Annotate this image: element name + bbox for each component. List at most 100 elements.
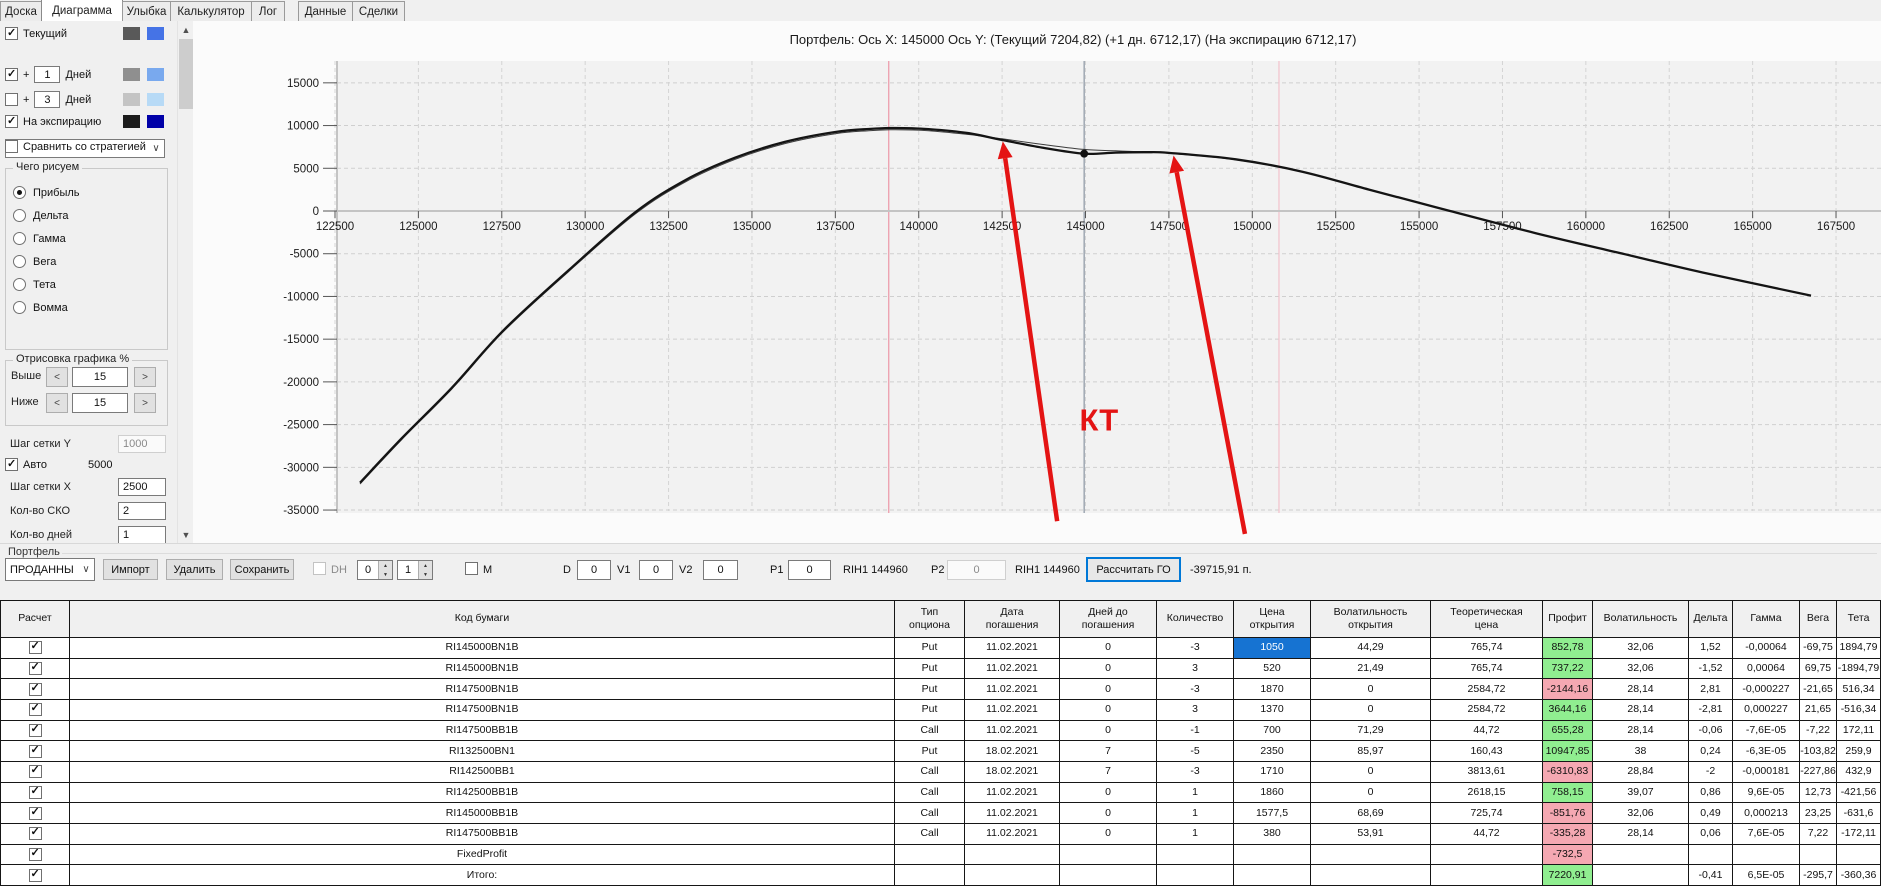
tab-Улыбка[interactable]: Улыбка [122,1,171,21]
above-value-field[interactable]: 15 [72,367,128,387]
cell-open-price[interactable] [1234,844,1311,866]
above-increment-button[interactable]: > [134,367,156,387]
calc-checkbox[interactable] [28,661,42,675]
draw-option-Вомма[interactable]: Вомма [13,301,68,314]
cell-theta: 516,34 [1837,679,1881,701]
cell-open-price[interactable]: 1870 [1234,679,1311,701]
tab-Сделки[interactable]: Сделки [352,1,405,21]
cell-qty: 1 [1157,782,1234,804]
tab-Калькулятор[interactable]: Калькулятор [170,1,252,21]
color-swatch-line[interactable] [123,27,140,40]
layer-checkbox[interactable] [5,26,18,40]
color-swatch-line[interactable] [123,68,140,81]
calc-checkbox[interactable] [28,702,42,717]
calc-checkbox[interactable] [28,826,42,841]
d-field[interactable]: 0 [577,560,611,580]
draw-option-Дельта[interactable]: Дельта [13,209,69,222]
calc-checkbox[interactable] [28,847,42,862]
cell-open-price[interactable] [1234,865,1311,886]
layer-checkbox[interactable] [5,93,18,106]
days-offset-field[interactable]: 3 [34,91,61,108]
radio-icon[interactable] [13,278,26,291]
dh-spinner-2[interactable]: 1 ▲ ▼ [397,560,433,580]
cell-open-price[interactable]: 1370 [1234,700,1311,721]
radio-icon[interactable] [13,301,26,314]
cell-open-price[interactable]: 1577,5 [1234,803,1311,825]
calc-checkbox[interactable] [28,744,42,758]
cell-code: RI142500BB1 [70,762,895,783]
color-swatch-line[interactable] [123,93,140,106]
draw-option-Гамма[interactable]: Гамма [13,232,66,245]
cell-open-price[interactable]: 700 [1234,720,1311,742]
cell-open-price[interactable]: 380 [1234,824,1311,845]
profit-chart[interactable]: 15000 10000 5000 0 -5000 -10000 -15000 -20000 -2… [193,21,1881,543]
calc-checkbox[interactable] [28,682,42,696]
radio-icon[interactable] [13,232,26,245]
calc-go-button[interactable]: Рассчитать ГО [1086,557,1181,582]
calc-checkbox[interactable] [28,640,42,655]
cell-open-price[interactable]: 1710 [1234,762,1311,783]
v2-field[interactable]: 0 [703,560,738,580]
layer-checkbox[interactable] [5,67,18,81]
spinner-arrows-icon[interactable]: ▲ ▼ [418,561,432,579]
below-value-field[interactable]: 15 [72,393,128,413]
cell-volatility: 28,14 [1593,824,1689,845]
calc-checkbox[interactable] [28,785,42,800]
days-count-field[interactable]: 1 [118,526,166,543]
calc-checkbox[interactable] [28,868,42,882]
calc-checkbox[interactable] [28,723,42,738]
cell-vega: -7,22 [1800,720,1837,742]
layer-checkbox[interactable] [5,140,18,153]
cell-open-price[interactable]: 1860 [1234,782,1311,804]
p1-field[interactable]: 0 [788,560,831,580]
color-swatch-fill[interactable] [147,115,164,128]
column-header: Профит [1543,601,1593,638]
layer-checkbox[interactable] [5,114,18,128]
p2-field[interactable]: 0 [947,560,1006,580]
cell-code: RI132500BN1 [70,741,895,763]
portfolio-preset-select[interactable]: ПРОДАННЫЙ ∨ [5,558,95,581]
radio-icon[interactable] [13,255,26,268]
save-button[interactable]: Сохранить [230,559,294,580]
cell-open-price[interactable]: 520 [1234,658,1311,680]
draw-option-Прибыль[interactable]: Прибыль [13,186,80,199]
color-swatch-fill[interactable] [147,68,164,81]
delete-button[interactable]: Удалить [166,559,223,580]
tab-Доска[interactable]: Доска [0,1,42,21]
radio-icon[interactable] [13,209,26,222]
cell-vega: 69,75 [1800,658,1837,680]
m-checkbox[interactable] [465,562,478,575]
sidebar-scrollbar[interactable]: ▲ ▼ [177,21,194,543]
color-swatch-fill[interactable] [147,27,164,40]
cell-open-price[interactable]: 2350 [1234,741,1311,763]
draw-option-Тета[interactable]: Тета [13,278,56,291]
dh-checkbox[interactable] [313,562,326,575]
scrollbar-thumb[interactable] [179,39,193,109]
draw-option-Вега[interactable]: Вега [13,255,56,268]
sko-field[interactable]: 2 [118,502,166,520]
days-offset-field[interactable]: 1 [34,66,61,83]
scroll-up-icon[interactable]: ▲ [178,21,194,38]
radio-icon[interactable] [13,186,26,199]
tab-Лог[interactable]: Лог [251,1,285,21]
tab-Диаграмма[interactable]: Диаграмма [41,0,123,21]
color-swatch-fill[interactable] [147,93,164,106]
grid-y-field[interactable]: 1000 [118,435,166,453]
grid-x-field[interactable]: 2500 [118,478,166,496]
color-swatch-line[interactable] [123,115,140,128]
dh-spinner-1[interactable]: 0 ▲ ▼ [357,560,393,580]
tab-Данные[interactable]: Данные [298,1,353,21]
scroll-down-icon[interactable]: ▼ [178,526,194,543]
spinner-arrows-icon[interactable]: ▲ ▼ [378,561,392,579]
cell-open-price[interactable]: 1050 [1234,638,1311,659]
calc-checkbox[interactable] [28,764,42,779]
plot-area[interactable] [337,61,1881,513]
above-decrement-button[interactable]: < [46,367,68,387]
calc-checkbox[interactable] [28,806,42,820]
cell-theta: -516,34 [1837,700,1881,721]
auto-checkbox[interactable] [5,457,18,471]
v1-field[interactable]: 0 [639,560,673,580]
below-increment-button[interactable]: > [134,393,156,413]
below-decrement-button[interactable]: < [46,393,68,413]
import-button[interactable]: Импорт [103,559,158,580]
